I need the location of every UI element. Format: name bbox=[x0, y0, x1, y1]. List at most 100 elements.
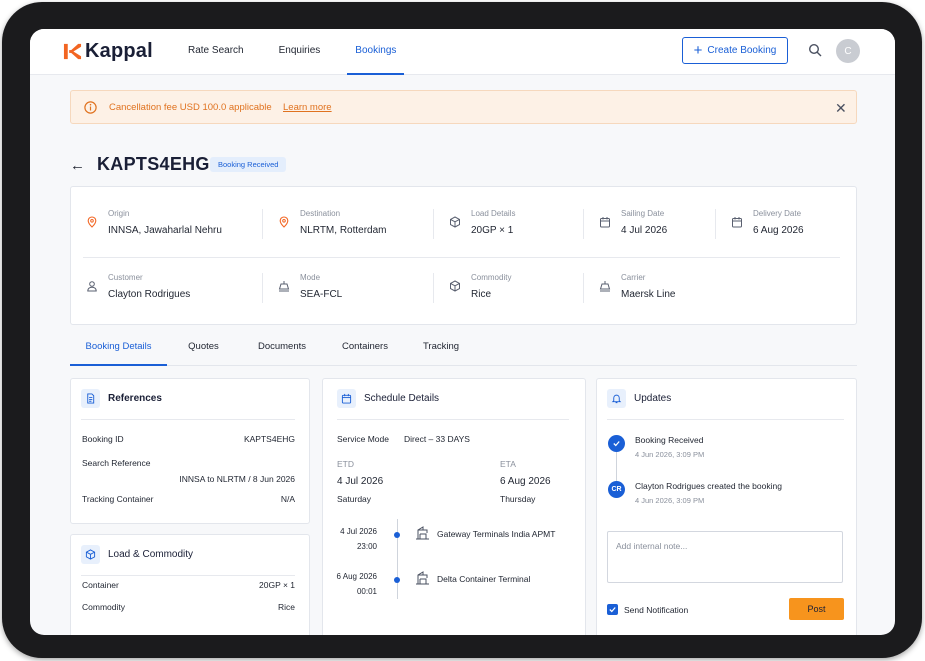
check-icon bbox=[608, 435, 625, 452]
updates-header: Updates bbox=[607, 389, 671, 408]
app-screen: Kappal Rate Search Enquiries Bookings + … bbox=[30, 29, 895, 635]
destination-value: NLRTM, Rotterdam bbox=[300, 225, 387, 236]
divider bbox=[81, 575, 295, 576]
origin-value: INNSA, Jawaharlal Nehru bbox=[108, 225, 222, 236]
tab-documents[interactable]: Documents bbox=[250, 334, 314, 366]
brand-name: Kappal bbox=[85, 39, 153, 62]
divider bbox=[337, 419, 569, 420]
tracking-container-label: Tracking Container bbox=[82, 494, 154, 504]
sailing-label: Sailing Date bbox=[621, 209, 665, 218]
cancellation-banner: Cancellation fee USD 100.0 applicable Le… bbox=[70, 90, 857, 124]
stop-date: 6 Aug 2026 bbox=[336, 572, 377, 581]
eta-label: ETA bbox=[500, 459, 516, 469]
tracking-container-value: N/A bbox=[280, 494, 295, 504]
calendar-icon bbox=[337, 389, 356, 408]
tab-tracking[interactable]: Tracking bbox=[415, 334, 467, 366]
update-text: Booking Received bbox=[635, 435, 704, 445]
updates-panel: Updates Booking Received 4 Jun 2026, 3:0… bbox=[596, 378, 857, 635]
load-commodity-panel: Load & Commodity Container 20GP × 1 Comm… bbox=[70, 534, 310, 635]
container-label: Container bbox=[82, 580, 119, 590]
booking-summary-card: Origin INNSA, Jawaharlal Nehru Destinati… bbox=[70, 186, 857, 325]
tab-quotes[interactable]: Quotes bbox=[180, 334, 227, 366]
update-time: 4 Jun 2026, 3:09 PM bbox=[635, 450, 705, 459]
bell-icon bbox=[607, 389, 626, 408]
close-icon[interactable]: ✕ bbox=[835, 100, 847, 117]
search-reference-label: Search Reference bbox=[82, 458, 151, 468]
carrier-value: Maersk Line bbox=[621, 289, 676, 300]
load-value: 20GP × 1 bbox=[471, 225, 514, 236]
customer-value: Clayton Rodrigues bbox=[108, 289, 191, 300]
commodity-label: Commodity bbox=[82, 602, 125, 612]
create-booking-button[interactable]: + Create Booking bbox=[682, 37, 788, 64]
references-panel: References Booking ID KAPTS4EHG Search R… bbox=[70, 378, 310, 524]
plus-icon: + bbox=[693, 42, 703, 59]
learn-more-link[interactable]: Learn more bbox=[283, 102, 332, 113]
nav-rate-search[interactable]: Rate Search bbox=[180, 29, 252, 75]
updates-title: Updates bbox=[634, 393, 672, 404]
info-icon bbox=[84, 101, 97, 114]
stop-name: Delta Container Terminal bbox=[437, 574, 531, 584]
summary-divider bbox=[83, 257, 840, 258]
divider bbox=[81, 419, 295, 420]
commodity-label: Commodity bbox=[471, 273, 512, 282]
nav-bookings[interactable]: Bookings bbox=[347, 29, 405, 75]
stop-time: 23:00 bbox=[356, 542, 377, 551]
nav-enquiries[interactable]: Enquiries bbox=[271, 29, 329, 75]
back-arrow-icon[interactable]: ← bbox=[70, 157, 85, 174]
box-icon bbox=[81, 545, 100, 564]
ship-icon bbox=[599, 281, 611, 292]
delivery-label: Delivery Date bbox=[753, 209, 802, 218]
status-badge: Booking Received bbox=[210, 157, 287, 172]
send-notification-label: Send Notification bbox=[624, 605, 689, 615]
divider bbox=[433, 209, 434, 239]
location-pin-icon bbox=[87, 216, 97, 228]
update-avatar: CR bbox=[608, 481, 625, 498]
box-icon bbox=[450, 216, 460, 228]
eta-day: Thursday bbox=[500, 494, 536, 504]
divider bbox=[583, 209, 584, 239]
update-text: Clayton Rodrigues created the booking bbox=[635, 481, 782, 491]
origin-label: Origin bbox=[108, 209, 130, 218]
tablet-frame: Kappal Rate Search Enquiries Bookings + … bbox=[2, 2, 922, 658]
load-commodity-title: Load & Commodity bbox=[108, 549, 194, 560]
divider bbox=[607, 419, 844, 420]
commodity-value: Rice bbox=[471, 289, 492, 300]
commodity-value: Rice bbox=[277, 602, 295, 612]
search-reference-value: INNSA to NLRTM / 8 Jun 2026 bbox=[179, 474, 295, 484]
divider bbox=[715, 209, 716, 239]
stop-date: 4 Jul 2026 bbox=[340, 527, 377, 536]
user-icon bbox=[87, 281, 97, 292]
port-crane-icon bbox=[416, 571, 429, 585]
internal-note-input[interactable] bbox=[607, 531, 843, 583]
brand-logo[interactable]: Kappal bbox=[63, 39, 153, 63]
calendar-icon bbox=[600, 217, 610, 228]
eta-date: 6 Aug 2026 bbox=[500, 476, 551, 487]
delivery-value: 6 Aug 2026 bbox=[753, 225, 804, 236]
top-navbar: Kappal Rate Search Enquiries Bookings + … bbox=[30, 29, 895, 75]
page-title: KAPTS4EHG bbox=[97, 154, 210, 174]
schedule-timeline bbox=[397, 519, 398, 599]
schedule-title: Schedule Details bbox=[364, 393, 440, 404]
tab-containers[interactable]: Containers bbox=[333, 334, 397, 366]
booking-id-label: Booking ID bbox=[82, 434, 124, 444]
stop-name: Gateway Terminals India APMT bbox=[437, 529, 556, 539]
tab-booking-details[interactable]: Booking Details bbox=[70, 334, 167, 366]
kappal-logo-icon bbox=[63, 43, 82, 59]
carrier-label: Carrier bbox=[621, 273, 646, 282]
main-nav: Rate Search Enquiries Bookings bbox=[180, 29, 423, 75]
etd-day: Saturday bbox=[337, 494, 372, 504]
post-button[interactable]: Post bbox=[789, 598, 844, 620]
location-pin-icon bbox=[279, 216, 289, 228]
search-icon[interactable] bbox=[808, 43, 822, 57]
send-notification-checkbox[interactable] bbox=[607, 604, 618, 615]
mode-label: Mode bbox=[300, 273, 321, 282]
booking-id-value: KAPTS4EHG bbox=[243, 434, 295, 444]
service-mode-value: Direct – 33 DAYS bbox=[404, 434, 470, 444]
mode-value: SEA-FCL bbox=[300, 289, 343, 300]
etd-date: 4 Jul 2026 bbox=[337, 476, 384, 487]
timeline-dot bbox=[394, 532, 400, 538]
user-avatar[interactable]: C bbox=[836, 39, 860, 63]
divider bbox=[583, 273, 584, 303]
divider bbox=[262, 273, 263, 303]
calendar-icon bbox=[732, 217, 742, 228]
